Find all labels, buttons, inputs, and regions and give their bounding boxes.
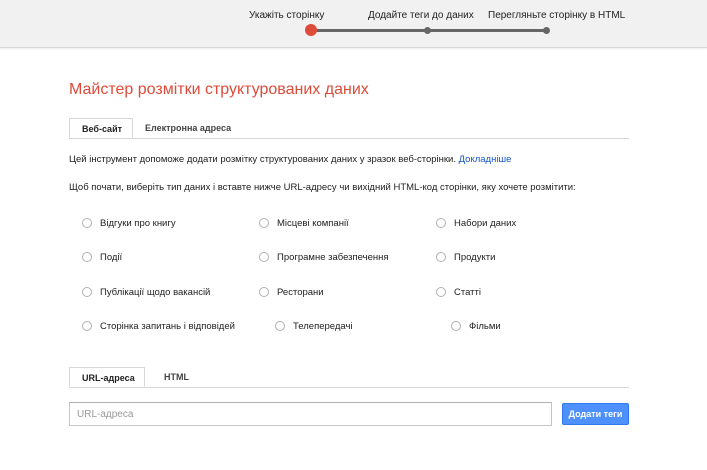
radio-qa-page[interactable]: Сторінка запитань і відповідей <box>82 319 235 333</box>
add-tags-button[interactable]: Додати теги <box>562 403 629 425</box>
radio-events[interactable]: Події <box>82 250 122 264</box>
tab-html[interactable]: HTML <box>152 367 201 387</box>
radio-circle[interactable] <box>82 287 92 297</box>
step-indicator-add-tags <box>424 27 431 34</box>
radio-label: Місцеві компанії <box>277 217 349 229</box>
radio-tv-episodes[interactable]: Телепередачі <box>275 319 353 333</box>
radio-circle[interactable] <box>82 321 92 331</box>
page-title: Майстер розмітки структурованих даних <box>69 81 369 98</box>
radio-label: Відгуки про книгу <box>100 217 176 229</box>
radio-circle[interactable] <box>275 321 285 331</box>
step-indicator-view-html <box>543 27 550 34</box>
tab-url[interactable]: URL-адреса <box>69 367 145 387</box>
radio-circle[interactable] <box>436 287 446 297</box>
input-tabs: URL-адреса HTML <box>69 367 629 388</box>
radio-articles[interactable]: Статті <box>436 285 481 299</box>
radio-circle[interactable] <box>259 218 269 228</box>
intro-paragraph: Цей інструмент допоможе додати розмітку … <box>69 154 511 165</box>
radio-datasets[interactable]: Набори даних <box>436 216 516 230</box>
radio-label: Публікації щодо вакансій <box>100 286 211 298</box>
radio-movies[interactable]: Фільми <box>451 319 501 333</box>
radio-software[interactable]: Програмне забезпечення <box>259 250 389 264</box>
radio-label: Продукти <box>454 251 496 263</box>
radio-label: Події <box>100 251 123 263</box>
radio-label: Телепередачі <box>293 320 353 332</box>
radio-label: Набори даних <box>454 217 517 229</box>
radio-circle[interactable] <box>82 252 92 262</box>
learn-more-link[interactable]: Докладніше <box>459 154 512 165</box>
step-label-add-tags: Додайте теги до даних <box>368 10 474 21</box>
radio-label: Програмне забезпечення <box>277 251 389 263</box>
radio-products[interactable]: Продукти <box>436 250 495 264</box>
wizard-progress-bar: Укажіть сторінку Додайте теги до даних П… <box>0 0 707 48</box>
radio-circle[interactable] <box>259 252 269 262</box>
radio-label: Ресторани <box>277 286 324 298</box>
radio-circle[interactable] <box>451 321 461 331</box>
source-tabs: Веб-сайт Електронна адреса <box>69 118 629 139</box>
step-label-specify-page: Укажіть сторінку <box>249 10 325 21</box>
radio-restaurants[interactable]: Ресторани <box>259 285 324 299</box>
radio-circle[interactable] <box>436 218 446 228</box>
radio-job-postings[interactable]: Публікації щодо вакансій <box>82 285 210 299</box>
radio-label: Статті <box>454 286 481 298</box>
radio-circle[interactable] <box>82 218 92 228</box>
step-indicator-current <box>305 24 317 36</box>
instruction-text: Щоб почати, виберіть тип даних і вставте… <box>69 182 576 193</box>
step-label-view-html: Перегляньте сторінку в HTML <box>488 10 626 21</box>
radio-label: Фільми <box>469 320 501 332</box>
tab-website[interactable]: Веб-сайт <box>69 118 133 138</box>
radio-circle[interactable] <box>436 252 446 262</box>
radio-local-businesses[interactable]: Місцеві компанії <box>259 216 349 230</box>
radio-label: Сторінка запитань і відповідей <box>100 320 235 332</box>
radio-book-reviews[interactable]: Відгуки про книгу <box>82 216 176 230</box>
intro-text: Цей інструмент допоможе додати розмітку … <box>69 154 456 165</box>
url-input[interactable] <box>69 402 552 426</box>
radio-circle[interactable] <box>259 287 269 297</box>
tab-email[interactable]: Електронна адреса <box>133 118 243 138</box>
